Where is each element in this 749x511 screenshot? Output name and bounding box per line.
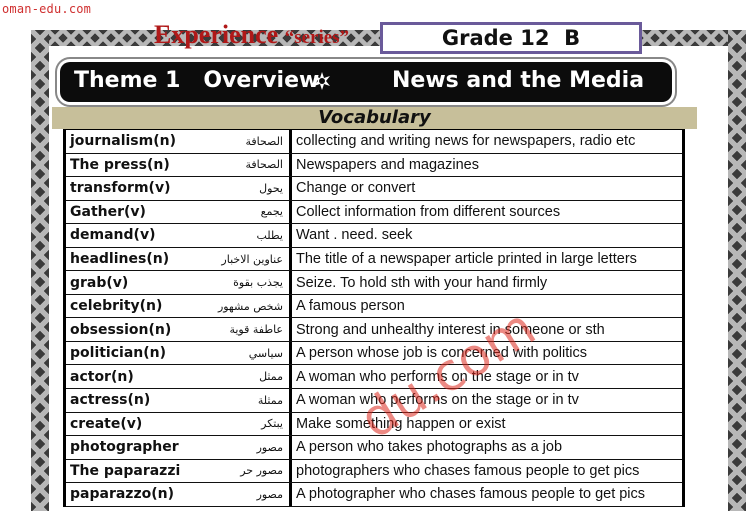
arabic-translation: يحول xyxy=(259,181,283,195)
banner-theme: Theme 1 xyxy=(74,68,181,93)
arabic-translation: مصور xyxy=(256,440,283,454)
table-row: obsession(n) عاطفة قوية Strong and unhealt… xyxy=(66,318,682,342)
definition-cell: Make something happen or exist xyxy=(296,415,506,432)
definition-cell: photographers who chases famous people t… xyxy=(296,462,640,479)
definition-cell: Want . need. seek xyxy=(296,227,413,244)
arabic-translation: مصور حر xyxy=(240,464,283,478)
table-row: headlines(n) عناوين الاخبار The title of a… xyxy=(66,247,682,272)
word-cell: paparazzo(n) مصور xyxy=(66,483,292,506)
series-word: “series” xyxy=(284,27,350,48)
arabic-translation: يجمع xyxy=(260,205,283,219)
vocab-word: actress(n) xyxy=(70,392,151,409)
arabic-translation: مصور xyxy=(256,487,283,501)
vocab-word: politician(n) xyxy=(70,345,167,362)
word-cell: demand(v) يطلب xyxy=(66,224,292,247)
word-cell: headlines(n) عناوين الاخبار xyxy=(66,247,292,271)
table-row: The press(n) الصحافة Newspapers and magazi… xyxy=(66,153,682,178)
section-title: Vocabulary xyxy=(52,107,697,129)
ornament-star-icon xyxy=(314,72,330,90)
word-cell: actor(n) ممثل xyxy=(66,365,292,389)
table-row: actress(n) ممثلة A woman who performs on t… xyxy=(66,389,682,413)
table-row: Gather(v) يجمع Collect information from di… xyxy=(66,200,682,225)
vocab-word: photographer xyxy=(70,439,179,456)
definition-cell: A woman who performs on the stage or in … xyxy=(296,368,579,385)
vocab-word: actor(n) xyxy=(70,368,134,385)
definition-cell: A photographer who chases famous people … xyxy=(296,486,646,503)
vocab-word: headlines(n) xyxy=(70,251,170,267)
word-cell: Gather(v) يجمع xyxy=(66,200,292,224)
vocab-word: The press(n) xyxy=(70,156,170,173)
arabic-translation: عاطفة قوية xyxy=(229,323,283,337)
word-cell: journalism(n) الصحافة xyxy=(66,130,292,153)
vocab-word: celebrity(n) xyxy=(70,298,163,315)
definition-cell: The title of a newspaper article printed… xyxy=(296,251,637,267)
arabic-translation: يبتكر xyxy=(261,417,283,431)
arabic-translation: سياسي xyxy=(248,346,283,360)
definition-cell: collecting and writing news for newspape… xyxy=(296,133,636,150)
table-row: transform(v) يحول Change or convert xyxy=(66,177,682,201)
experience-word: Experience xyxy=(154,20,279,49)
experience-title: Experience “series” xyxy=(154,20,349,50)
site-watermark-text: oman-edu.com xyxy=(2,2,92,16)
theme-banner: Theme 1 Overview News and the Media xyxy=(60,62,672,102)
word-cell: grab(v) يجذب بقوة xyxy=(66,271,292,294)
table-row: photographer مصور A person who takes photo… xyxy=(66,436,682,460)
arabic-translation: يجذب بقوة xyxy=(233,276,283,290)
vocab-word: demand(v) xyxy=(70,227,156,244)
vocab-word: transform(v) xyxy=(70,180,171,197)
definition-cell: Strong and unhealthy interest in someone… xyxy=(296,321,605,338)
vocab-word: obsession(n) xyxy=(70,321,172,338)
arabic-translation: يطلب xyxy=(256,228,283,242)
vocab-word: The paparazzi xyxy=(70,462,181,479)
vocab-word: grab(v) xyxy=(70,274,129,291)
word-cell: transform(v) يحول xyxy=(66,177,292,200)
decorative-border-left xyxy=(31,30,49,511)
definition-cell: Newspapers and magazines xyxy=(296,156,479,173)
word-cell: politician(n) سياسي xyxy=(66,341,292,365)
word-cell: photographer مصور xyxy=(66,436,292,459)
definition-cell: A person who takes photographs as a job xyxy=(296,439,563,456)
vocab-word: paparazzo(n) xyxy=(70,486,174,503)
table-row: demand(v) يطلب Want . need. seek xyxy=(66,224,682,248)
table-row: The paparazzi مصور حر photographers who ch… xyxy=(66,459,682,484)
banner-overview: Overview xyxy=(203,68,320,93)
arabic-translation: شخص مشهور xyxy=(217,299,283,313)
vocab-word: Gather(v) xyxy=(70,203,146,220)
arabic-translation: الصحافة xyxy=(245,158,283,172)
word-cell: The press(n) الصحافة xyxy=(66,153,292,177)
vocabulary-table: journalism(n) الصحافة collecting and writi… xyxy=(63,129,685,507)
table-row: paparazzo(n) مصور A photographer who chase… xyxy=(66,483,682,507)
word-cell: celebrity(n) شخص مشهور xyxy=(66,294,292,318)
grade-label: Grade 12 B xyxy=(441,26,581,50)
definition-cell: A famous person xyxy=(296,298,405,315)
arabic-translation: ممثلة xyxy=(257,393,283,407)
table-row: celebrity(n) شخص مشهور A famous person xyxy=(66,294,682,319)
word-cell: The paparazzi مصور حر xyxy=(66,459,292,483)
word-cell: create(v) يبتكر xyxy=(66,412,292,436)
decorative-border-right xyxy=(728,30,746,511)
arabic-translation: عناوين الاخبار xyxy=(221,252,283,266)
table-row: journalism(n) الصحافة collecting and writi… xyxy=(66,130,682,154)
word-cell: obsession(n) عاطفة قوية xyxy=(66,318,292,341)
table-row: grab(v) يجذب بقوة Seize. To hold sth with … xyxy=(66,271,682,295)
table-row: create(v) يبتكر Make something happen or e… xyxy=(66,412,682,437)
table-row: actor(n) ممثل A woman who performs on the … xyxy=(66,365,682,390)
vocab-word: journalism(n) xyxy=(70,133,176,150)
word-cell: actress(n) ممثلة xyxy=(66,389,292,412)
grade-box: Grade 12 B xyxy=(380,22,642,54)
arabic-translation: ممثل xyxy=(259,370,283,384)
arabic-translation: الصحافة xyxy=(245,134,283,148)
definition-cell: A person whose job is concerned with pol… xyxy=(296,345,587,362)
definition-cell: Seize. To hold sth with your hand firmly xyxy=(296,274,548,291)
vocab-word: create(v) xyxy=(70,415,143,432)
banner-topic: News and the Media xyxy=(392,68,645,93)
definition-cell: A woman who performs on the stage or in … xyxy=(296,392,579,409)
table-row: politician(n) سياسي A person whose job is … xyxy=(66,341,682,366)
definition-cell: Collect information from different sourc… xyxy=(296,203,561,220)
banner-theme-overview: Theme 1 Overview xyxy=(74,68,319,93)
definition-cell: Change or convert xyxy=(296,180,416,197)
